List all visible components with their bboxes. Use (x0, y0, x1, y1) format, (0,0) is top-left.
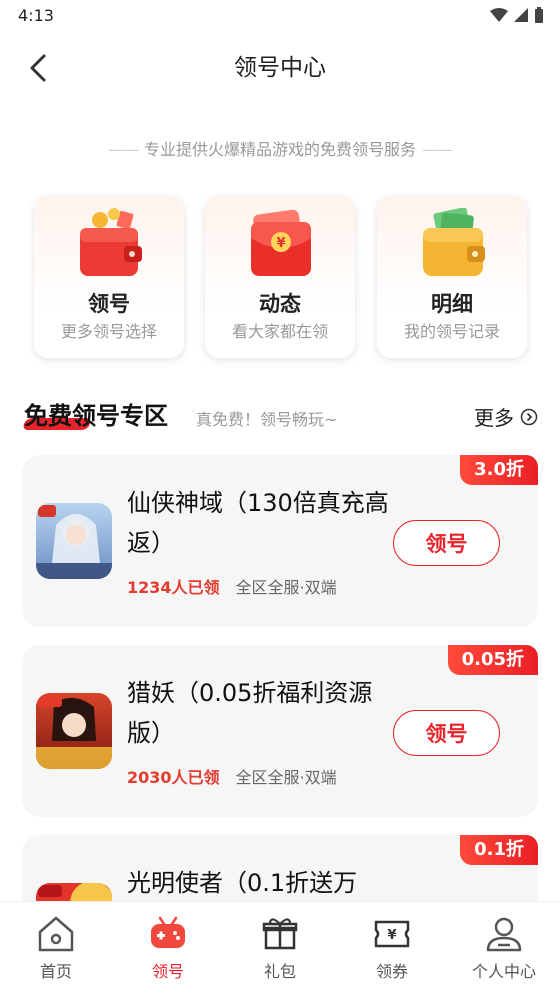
red-wallet-icon (80, 208, 142, 276)
tab-profile[interactable]: 个人中心 (448, 902, 560, 995)
top-nav: 领号中心 (0, 34, 560, 98)
more-link[interactable]: 更多 (474, 402, 538, 431)
quick-entry-subtitle: 更多领号选择 (60, 322, 157, 341)
game-name: 猎妖（0.05折福利资源版） (127, 679, 373, 747)
status-icons (490, 7, 544, 23)
bottom-tab-bar: 首页 领号 礼包 ¥ 领券 个人中心 (0, 901, 560, 995)
tab-label: 领号 (151, 962, 184, 981)
quick-entry-details[interactable]: 明细 我的领号记录 (377, 196, 527, 358)
game-card[interactable]: 0.05折 猎妖（0.05折福利资源版） 2030人已领 全区全服·双端 领号 (22, 645, 538, 817)
page-title: 领号中心 (234, 55, 326, 81)
quick-entry-title: 明细 (431, 292, 473, 316)
game-meta: 1234人已领 全区全服·双端 (127, 574, 337, 598)
claimed-count: 1234人已领 (127, 578, 220, 597)
gold-wallet-icon (423, 208, 485, 276)
tab-claim[interactable]: 领号 (112, 902, 224, 995)
coupon-icon: ¥ (374, 920, 410, 948)
tab-label: 礼包 (263, 962, 296, 981)
quick-entry-subtitle: 看大家都在领 (231, 322, 328, 341)
claimed-count: 2030人已领 (127, 768, 220, 787)
discount-badge: 3.0折 (460, 455, 538, 485)
game-card[interactable]: 3.0折 仙侠神域（130倍真充高返） 1234人已领 全区全服·双端 领号 (22, 455, 538, 627)
server-range: 全区全服·双端 (235, 768, 337, 787)
svg-text:¥: ¥ (387, 928, 396, 943)
section-subtitle: 真免费！领号畅玩~ (196, 410, 338, 429)
claim-button[interactable]: 领号 (393, 710, 500, 756)
tab-gift[interactable]: 礼包 (224, 902, 336, 995)
slogan-dash-left: —— (107, 140, 139, 159)
slogan-text: 专业提供火爆精品游戏的免费领号服务 (143, 140, 416, 159)
gift-icon (262, 918, 298, 950)
status-bar: 4:13 (0, 0, 560, 34)
quick-entry-title: 动态 (259, 292, 301, 316)
chevron-right-circle-icon (520, 408, 538, 425)
quick-entry-activity[interactable]: ¥ 动态 看大家都在领 (205, 196, 355, 358)
quick-entry-claim[interactable]: 领号 更多领号选择 (34, 196, 184, 358)
server-range: 全区全服·双端 (235, 578, 337, 597)
profile-icon (486, 917, 522, 952)
signal-icon (514, 8, 528, 22)
game-name: 仙侠神域（130倍真充高返） (127, 489, 389, 557)
gamepad-icon (151, 916, 185, 948)
tab-label: 个人中心 (471, 962, 536, 981)
slogan-dash-right: —— (422, 140, 453, 159)
game-name: 光明使者（0.1折送万 (127, 869, 358, 897)
slogan: —— 专业提供火爆精品游戏的免费领号服务 —— (0, 136, 560, 160)
claim-button[interactable]: 领号 (393, 520, 500, 566)
discount-badge: 0.05折 (447, 645, 538, 675)
battery-icon (535, 7, 543, 23)
tab-home[interactable]: 首页 (0, 902, 112, 995)
quick-entry-title: 领号 (88, 292, 130, 316)
tab-label: 首页 (39, 962, 72, 981)
svg-text:¥: ¥ (276, 236, 285, 251)
game-meta: 2030人已领 全区全服·双端 (127, 764, 337, 788)
red-envelope-icon: ¥ (251, 209, 311, 276)
section-title: 免费领号专区 (24, 402, 168, 430)
game-icon (36, 503, 112, 579)
tab-coupon[interactable]: ¥ 领券 (336, 902, 448, 995)
tab-label: 领券 (375, 962, 408, 981)
wifi-icon (490, 8, 508, 22)
discount-badge: 0.1折 (460, 835, 538, 865)
game-icon (36, 693, 112, 769)
more-label: 更多 (474, 406, 514, 430)
home-icon (38, 916, 74, 952)
free-claim-section-header: 免费领号专区 真免费！领号畅玩~ 更多 (21, 394, 540, 438)
status-time: 4:13 (18, 6, 54, 25)
quick-entry-subtitle: 我的领号记录 (403, 322, 500, 341)
